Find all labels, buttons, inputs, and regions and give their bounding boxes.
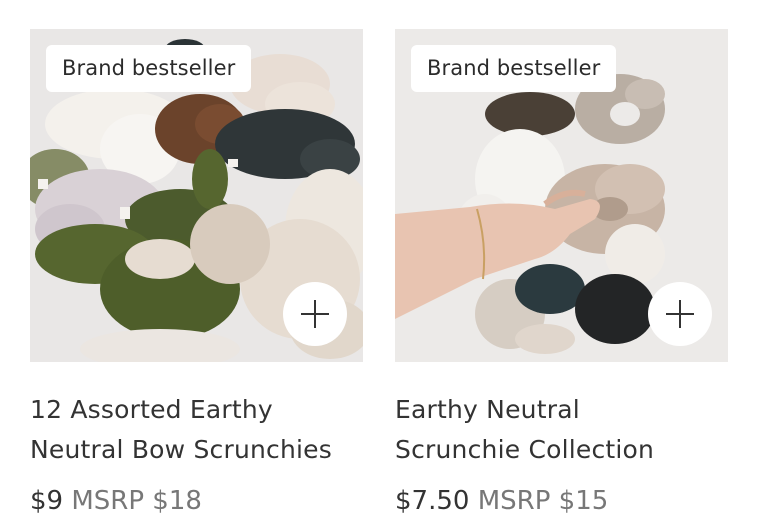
product-msrp: MSRP $15 (477, 486, 609, 516)
plus-icon (666, 300, 694, 328)
price-row: $7.50 MSRP $15 (395, 484, 728, 518)
product-msrp: MSRP $18 (71, 486, 202, 516)
product-image[interactable]: Brand bestseller (30, 29, 363, 362)
product-title-line: Neutral Bow Scrunchies (30, 435, 332, 464)
product-image[interactable]: Brand bestseller (395, 29, 728, 362)
product-title-line: Scrunchie Collection (395, 435, 655, 464)
bestseller-badge: Brand bestseller (46, 45, 252, 92)
product-card[interactable]: Brand bestseller Earthy Neutral Scrunchi… (395, 29, 728, 518)
product-title[interactable]: 12 Assorted Earthy Neutral Bow Scrunchie… (30, 390, 363, 470)
price-row: $9 MSRP $18 (30, 484, 363, 518)
add-to-cart-button[interactable] (283, 282, 347, 346)
plus-icon (301, 300, 329, 328)
product-title-line: 12 Assorted Earthy (30, 395, 273, 424)
product-title-line: Earthy Neutral (395, 395, 580, 424)
product-price: $9 (30, 486, 64, 516)
product-title[interactable]: Earthy Neutral Scrunchie Collection (395, 390, 728, 470)
bestseller-badge: Brand bestseller (411, 45, 617, 92)
add-to-cart-button[interactable] (648, 282, 712, 346)
product-card[interactable]: Brand bestseller 12 Assorted Earthy Neut… (30, 29, 363, 518)
product-grid: Brand bestseller 12 Assorted Earthy Neut… (30, 29, 728, 518)
product-price: $7.50 (395, 486, 470, 516)
